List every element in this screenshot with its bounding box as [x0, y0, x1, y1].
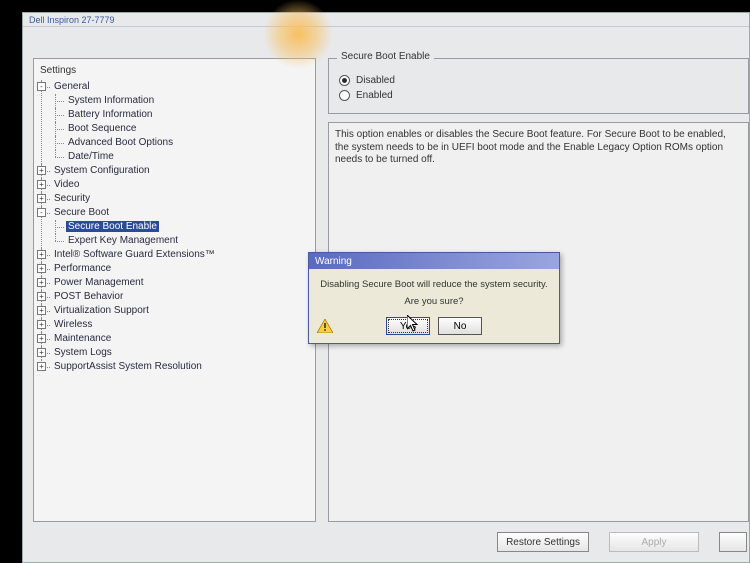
- expander-icon[interactable]: +: [37, 264, 46, 273]
- expander-icon[interactable]: +: [37, 362, 46, 371]
- dialog-body: Disabling Secure Boot will reduce the sy…: [309, 269, 559, 343]
- tree-item-power-management[interactable]: Power Management: [52, 277, 146, 288]
- dialog-title: Warning: [309, 253, 559, 269]
- tree-item-date-time[interactable]: Date/Time: [66, 151, 116, 162]
- no-button[interactable]: No: [438, 317, 482, 335]
- tree-root-label[interactable]: Settings: [38, 63, 311, 80]
- expander-icon[interactable]: +: [37, 250, 46, 259]
- expander-icon[interactable]: +: [37, 292, 46, 301]
- tree-item-general[interactable]: General: [52, 81, 92, 92]
- radio-label: Enabled: [356, 90, 393, 101]
- dialog-prompt: Are you sure?: [317, 296, 551, 307]
- settings-tree-panel: Settings - General System Information Ba…: [33, 58, 316, 522]
- tree-item-maintenance[interactable]: Maintenance: [52, 333, 113, 344]
- expander-icon[interactable]: +: [37, 334, 46, 343]
- expander-icon[interactable]: +: [37, 348, 46, 357]
- expander-icon[interactable]: +: [37, 306, 46, 315]
- yes-button[interactable]: Yes: [386, 317, 430, 335]
- secure-boot-enable-group: Secure Boot Enable Disabled Enabled: [328, 58, 749, 114]
- expander-icon[interactable]: +: [37, 320, 46, 329]
- tree-item-advanced-boot-options[interactable]: Advanced Boot Options: [66, 137, 175, 148]
- tree-item-boot-sequence[interactable]: Boot Sequence: [66, 123, 138, 134]
- warning-icon: [317, 319, 333, 333]
- warning-dialog: Warning Disabling Secure Boot will reduc…: [308, 252, 560, 344]
- radio-disabled[interactable]: Disabled: [339, 75, 738, 86]
- radio-icon: [339, 75, 350, 86]
- tree-item-battery-information[interactable]: Battery Information: [66, 109, 154, 120]
- expander-icon[interactable]: -: [37, 82, 46, 91]
- settings-tree: - General System Information Battery Inf…: [38, 80, 311, 374]
- radio-enabled[interactable]: Enabled: [339, 90, 738, 101]
- tree-item-post-behavior[interactable]: POST Behavior: [52, 291, 125, 302]
- tree-item-supportassist[interactable]: SupportAssist System Resolution: [52, 361, 204, 372]
- dialog-message: Disabling Secure Boot will reduce the sy…: [317, 279, 551, 290]
- tree-item-secure-boot[interactable]: Secure Boot: [52, 207, 111, 218]
- tree-item-secure-boot-enable[interactable]: Secure Boot Enable: [66, 221, 159, 232]
- tree-item-video[interactable]: Video: [52, 179, 81, 190]
- tree-item-security[interactable]: Security: [52, 193, 92, 204]
- tree-item-expert-key-management[interactable]: Expert Key Management: [66, 235, 180, 246]
- tree-item-performance[interactable]: Performance: [52, 263, 113, 274]
- group-legend: Secure Boot Enable: [337, 51, 434, 62]
- radio-label: Disabled: [356, 75, 395, 86]
- radio-icon: [339, 90, 350, 101]
- tree-item-intel-sgx[interactable]: Intel® Software Guard Extensions™: [52, 249, 217, 260]
- expander-icon[interactable]: +: [37, 180, 46, 189]
- apply-button[interactable]: Apply: [609, 532, 699, 552]
- tree-item-system-logs[interactable]: System Logs: [52, 347, 114, 358]
- tree-item-wireless[interactable]: Wireless: [52, 319, 94, 330]
- tree-item-virtualization-support[interactable]: Virtualization Support: [52, 305, 151, 316]
- bottom-bar: Restore Settings Apply: [23, 528, 749, 556]
- expander-icon[interactable]: +: [37, 194, 46, 203]
- expander-icon[interactable]: +: [37, 278, 46, 287]
- tree-item-system-configuration[interactable]: System Configuration: [52, 165, 152, 176]
- tree-item-system-information[interactable]: System Information: [66, 95, 156, 106]
- expander-icon[interactable]: +: [37, 166, 46, 175]
- restore-settings-button[interactable]: Restore Settings: [497, 532, 589, 552]
- exit-button-partial[interactable]: [719, 532, 747, 552]
- window-title: Dell Inspiron 27-7779: [23, 13, 749, 27]
- expander-icon[interactable]: -: [37, 208, 46, 217]
- dialog-buttons: Yes No: [317, 317, 551, 335]
